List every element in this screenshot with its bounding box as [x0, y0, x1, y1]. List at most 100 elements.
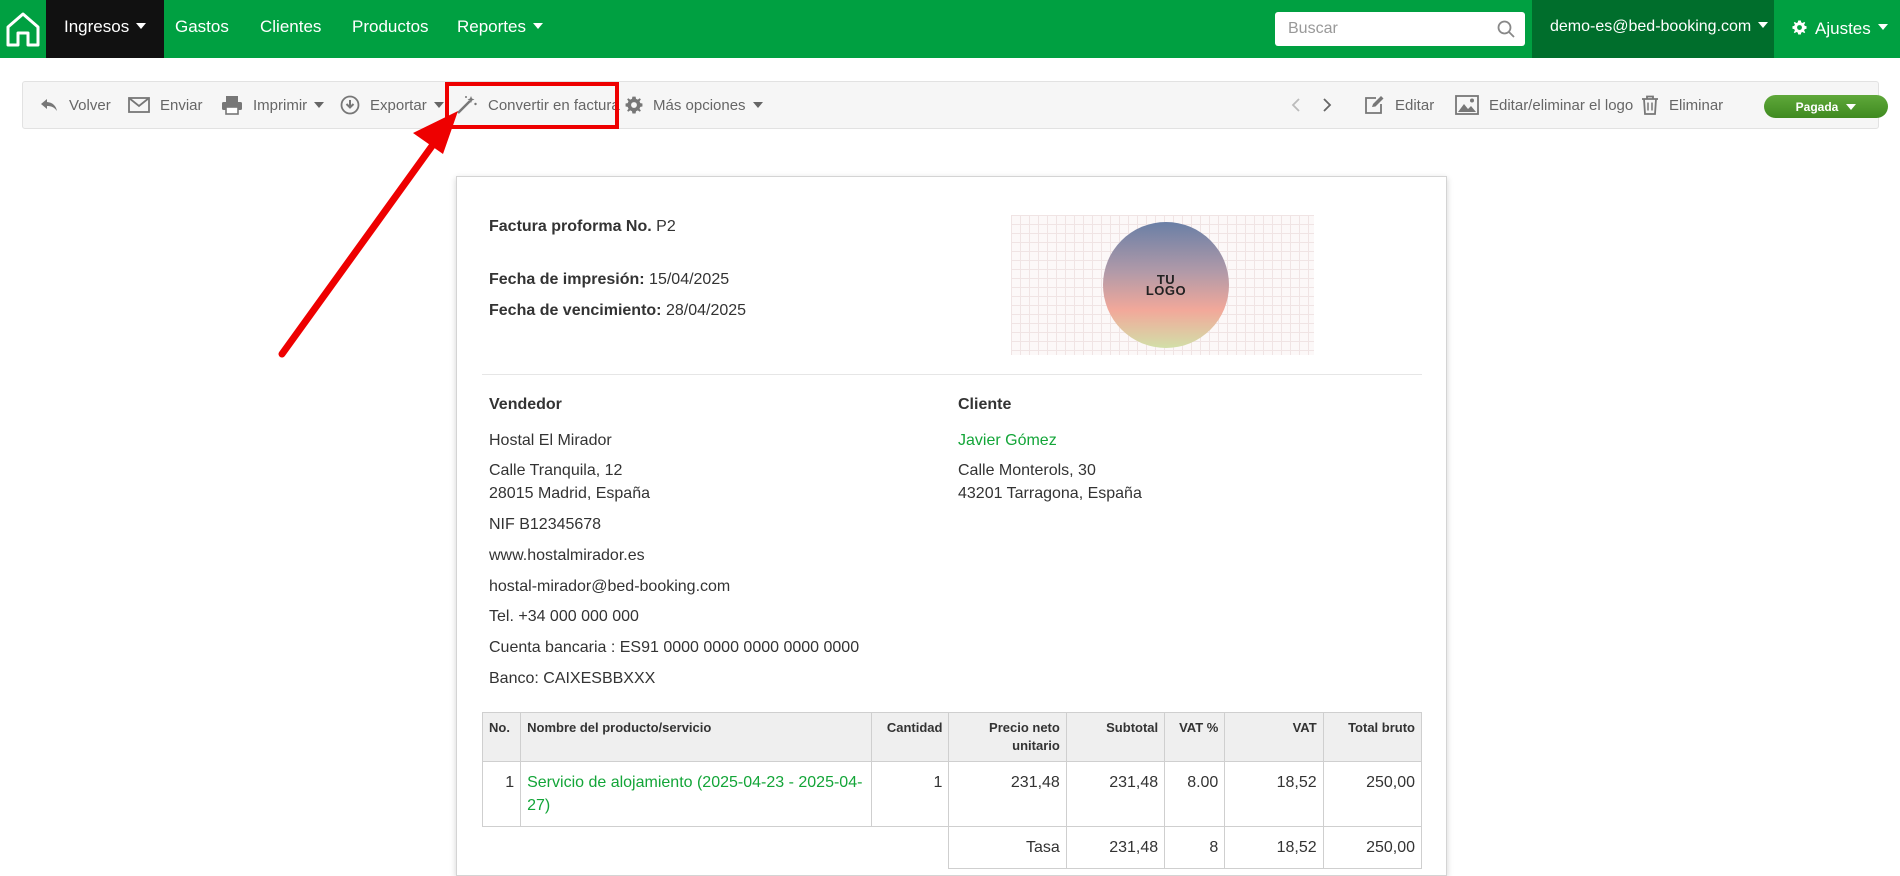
- account-email: demo-es@bed-booking.com: [1550, 18, 1752, 35]
- top-nav: Ingresos Gastos Clientes Productos Repor…: [0, 0, 1900, 58]
- nav-item-label: Clientes: [260, 17, 322, 36]
- search-icon[interactable]: [1497, 20, 1515, 38]
- account-menu[interactable]: demo-es@bed-booking.com: [1532, 0, 1774, 58]
- items-table: No. Nombre del producto/servicio Cantida…: [481, 712, 1423, 869]
- image-icon: [1455, 95, 1479, 115]
- column-header: Precio neto unitario: [948, 712, 1067, 762]
- chevron-down-icon: [752, 102, 763, 108]
- seller-website: www.hostalmirador.es: [489, 547, 645, 564]
- edit-label: Editar: [1395, 96, 1435, 114]
- settings-menu[interactable]: Ajustes: [1780, 0, 1888, 58]
- document-toolbar: Volver Enviar Imprimir Exportar Converti…: [22, 81, 1888, 129]
- home-button[interactable]: [0, 0, 46, 58]
- convert-to-invoice-button[interactable]: Convertir en factura: [456, 82, 620, 128]
- status-label: Pagada: [1795, 99, 1839, 114]
- invoice-number-label: Factura proforma No.: [489, 218, 652, 235]
- logo-image: TU LOGO: [1103, 222, 1229, 348]
- search-box: [1275, 12, 1525, 46]
- edit-button[interactable]: Editar: [1363, 82, 1434, 128]
- chevron-right-icon: [1323, 98, 1332, 112]
- printer-icon: [222, 96, 242, 115]
- delete-button[interactable]: Eliminar: [1641, 82, 1723, 128]
- totals-cell: 231,48: [1065, 826, 1166, 869]
- totals-cell: 18,52: [1224, 826, 1324, 869]
- seller-name: Hostal El Mirador: [489, 432, 612, 449]
- table-cell: 1: [481, 761, 522, 827]
- invoice-document: Factura proforma No. P2 Fecha de impresi…: [456, 176, 1447, 876]
- print-label: Imprimir: [253, 96, 308, 114]
- seller-heading: Vendedor: [489, 396, 562, 413]
- nav-item-label: Gastos: [175, 17, 229, 36]
- search-input[interactable]: [1275, 12, 1485, 46]
- client-heading: Cliente: [958, 396, 1012, 413]
- product-link[interactable]: Servicio de alojamiento (2025-04-23 - 20…: [520, 761, 873, 827]
- chevron-down-icon: [136, 22, 147, 29]
- chevron-down-icon: [1877, 24, 1888, 30]
- column-header: VAT %: [1164, 712, 1226, 762]
- previous-button[interactable]: [1291, 82, 1311, 128]
- nav-item-gastos[interactable]: Gastos: [157, 0, 247, 58]
- more-options-button[interactable]: Más opciones: [625, 82, 763, 128]
- back-button[interactable]: Volver: [39, 82, 111, 128]
- column-header: Total bruto: [1322, 712, 1423, 762]
- seller-email: hostal-mirador@bed-booking.com: [489, 578, 731, 595]
- edit-logo-button[interactable]: Editar/eliminar el logo: [1455, 82, 1633, 128]
- totals-cell: 8: [1164, 826, 1226, 869]
- back-label: Volver: [69, 96, 111, 114]
- totals-cell: 250,00: [1322, 826, 1423, 869]
- table-cell: 231,48: [948, 761, 1067, 827]
- table-cell: 250,00: [1322, 761, 1423, 827]
- send-label: Enviar: [160, 96, 203, 114]
- nav-item-reportes[interactable]: Reportes: [439, 0, 561, 58]
- print-button[interactable]: Imprimir: [221, 82, 325, 128]
- trash-icon: [1642, 95, 1658, 115]
- table-cell: 18,52: [1224, 761, 1324, 827]
- invoice-number-line: Factura proforma No. P2: [489, 218, 676, 236]
- chevron-down-icon: [433, 102, 444, 108]
- nav-item-productos[interactable]: Productos: [334, 0, 447, 58]
- print-date-line: Fecha de impresión: 15/04/2025: [489, 271, 729, 289]
- nav-item-ingresos[interactable]: Ingresos: [46, 0, 165, 58]
- due-date: 28/04/2025: [665, 302, 747, 319]
- seller-phone: Tel. +34 000 000 000: [489, 608, 639, 625]
- export-label: Exportar: [370, 96, 427, 114]
- client-address-2: 43201 Tarragona, España: [958, 485, 1142, 502]
- totals-label: Tasa: [948, 826, 1067, 869]
- logo-text-line2: LOGO: [1145, 283, 1187, 298]
- convert-label: Convertir en factura: [488, 96, 620, 114]
- table-cell: 1: [871, 761, 950, 827]
- gear-icon: [625, 96, 643, 114]
- seller-nif: NIF B12345678: [489, 516, 602, 533]
- print-date: 15/04/2025: [649, 271, 730, 288]
- chevron-down-icon: [1846, 103, 1857, 110]
- nav-item-clientes[interactable]: Clientes: [242, 0, 339, 58]
- more-options-label: Más opciones: [653, 96, 746, 114]
- delete-label: Eliminar: [1669, 96, 1724, 114]
- magic-wand-icon: [457, 96, 477, 114]
- home-icon: [6, 12, 40, 47]
- client-name-link[interactable]: Javier Gómez: [958, 432, 1057, 450]
- send-button[interactable]: Enviar: [128, 82, 203, 128]
- chevron-down-icon: [314, 102, 325, 108]
- divider: [482, 374, 1422, 375]
- seller-address-1: Calle Tranquila, 12: [489, 462, 623, 479]
- chevron-down-icon: [532, 22, 543, 29]
- next-button[interactable]: [1322, 82, 1342, 128]
- nav-item-label: Reportes: [457, 17, 526, 36]
- status-dropdown[interactable]: Pagada: [1764, 95, 1888, 118]
- reply-icon: [41, 99, 57, 111]
- table-cell: 8.00: [1164, 761, 1226, 827]
- nav-item-label: Ingresos: [64, 17, 130, 36]
- logo-placeholder[interactable]: TU LOGO: [1011, 215, 1314, 355]
- export-button[interactable]: Exportar: [340, 82, 444, 128]
- due-date-label: Fecha de vencimiento:: [489, 302, 662, 319]
- print-date-label: Fecha de impresión:: [489, 271, 645, 288]
- due-date-line: Fecha de vencimiento: 28/04/2025: [489, 302, 746, 320]
- seller-address-2: 28015 Madrid, España: [489, 485, 650, 502]
- settings-label: Ajustes: [1815, 19, 1871, 38]
- column-header: Nombre del producto/servicio: [520, 712, 873, 762]
- edit-icon: [1365, 96, 1384, 114]
- table-row: 1 Servicio de alojamiento (2025-04-23 - …: [481, 761, 1423, 827]
- nav-item-label: Productos: [352, 17, 429, 36]
- table-totals-row: Tasa 231,48 8 18,52 250,00: [483, 826, 1423, 869]
